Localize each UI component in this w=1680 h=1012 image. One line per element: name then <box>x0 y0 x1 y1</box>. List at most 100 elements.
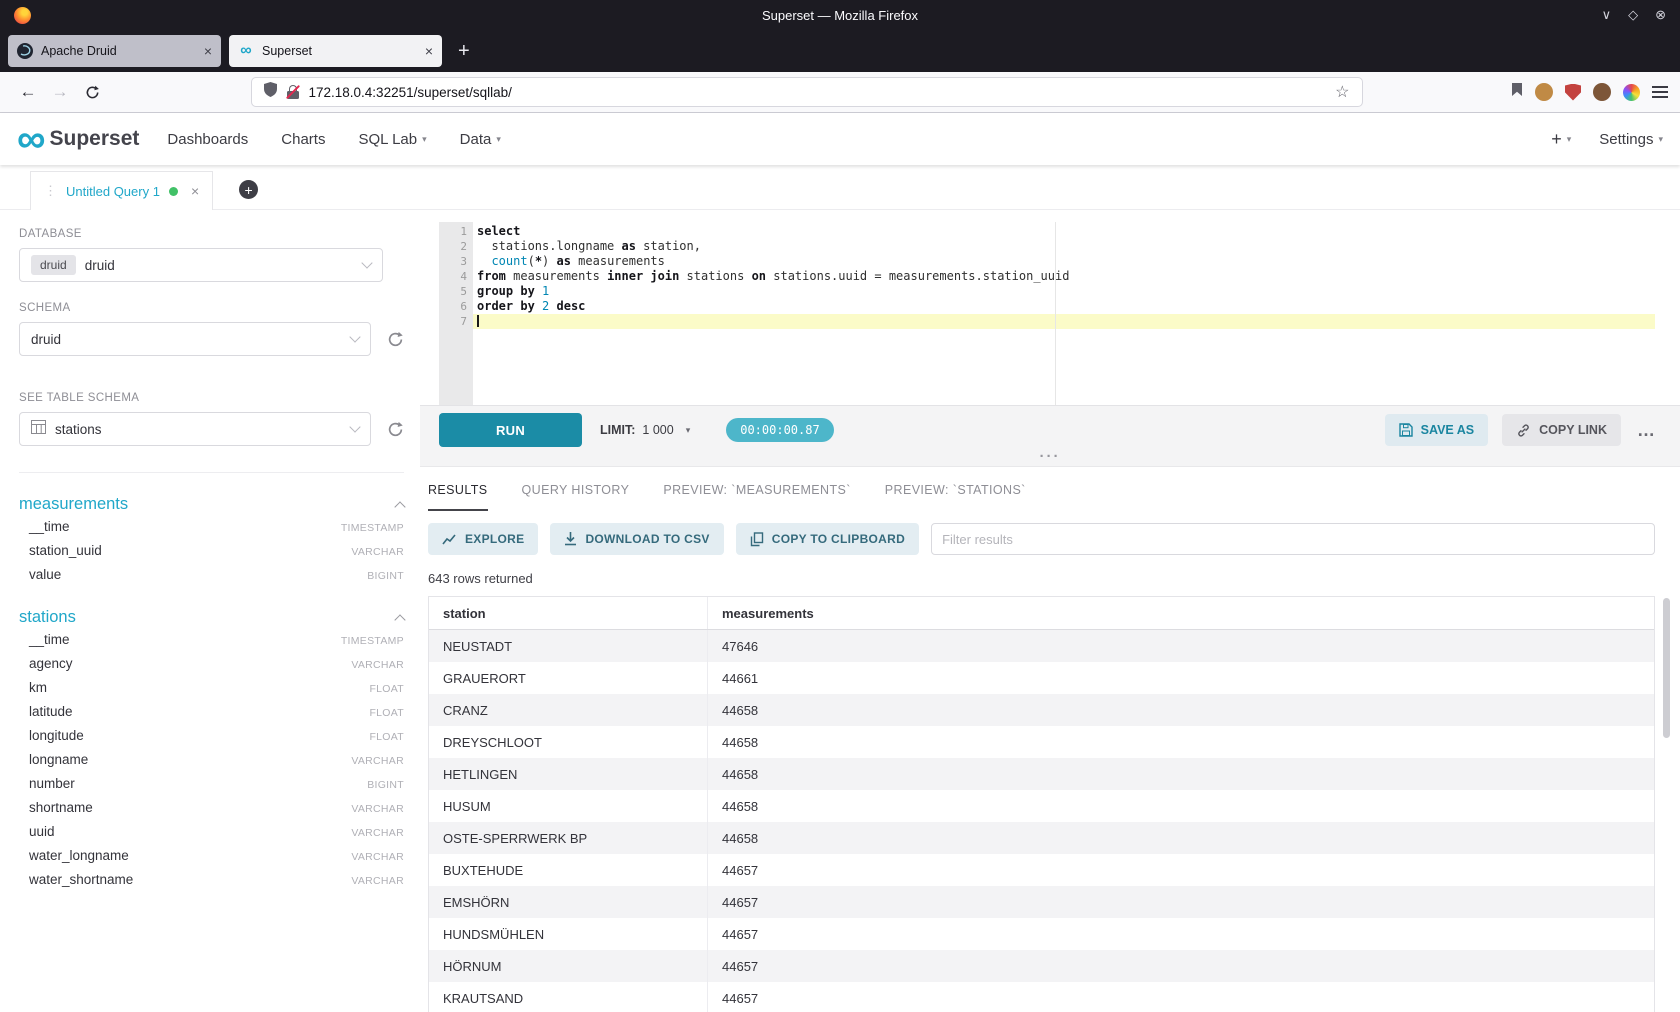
sqllab-sidebar: DATABASE druid druid SCHEMA druid SEE TA… <box>0 210 420 1012</box>
column-row: __timeTIMESTAMP <box>19 627 404 651</box>
code-token: count <box>491 254 527 268</box>
column-row: water_shortnameVARCHAR <box>19 867 404 891</box>
column-row: numberBIGINT <box>19 771 404 795</box>
results-tab-3[interactable]: PREVIEW: `STATIONS` <box>885 483 1026 511</box>
table-row: HUNDSMÜHLEN44657 <box>429 918 1654 950</box>
nav-data[interactable]: Data <box>460 131 501 148</box>
copy-clipboard-label: COPY TO CLIPBOARD <box>772 532 905 546</box>
schema-select[interactable]: druid <box>19 322 371 356</box>
table-cell: GRAUERORT <box>429 662 708 694</box>
column-type: VARCHAR <box>351 851 404 863</box>
database-select[interactable]: druid druid <box>19 248 383 282</box>
editor-code[interactable]: select stations.longname as station, cou… <box>473 222 1655 405</box>
nav-sql-lab[interactable]: SQL Lab <box>358 131 426 148</box>
code-token: stations.longname <box>477 239 622 253</box>
extension-pinwheel-icon[interactable] <box>1623 84 1640 101</box>
browser-tab-apache-druid[interactable]: Apache Druid <box>8 35 221 67</box>
query-tab[interactable]: Untitled Query 1 <box>30 171 213 210</box>
table-heading-measurements[interactable]: measurements <box>19 495 404 514</box>
apache-druid-favicon <box>17 43 33 59</box>
filter-results-input[interactable] <box>931 523 1655 555</box>
bookmark-save-icon[interactable] <box>1511 82 1523 102</box>
query-timer-badge: 00:00:00.87 <box>726 418 833 442</box>
limit-dropdown[interactable]: LIMIT: 1 000 <box>600 423 690 437</box>
results-tab-2[interactable]: PREVIEW: `MEASUREMENTS` <box>663 483 850 511</box>
code-token: ) <box>542 254 556 268</box>
code-token <box>535 284 542 298</box>
superset-favicon <box>238 43 254 59</box>
run-button[interactable]: RUN <box>439 413 582 447</box>
window-maximize-icon[interactable] <box>1628 7 1638 23</box>
window-minimize-icon[interactable] <box>1602 7 1612 23</box>
column-header[interactable]: measurements <box>708 597 1654 629</box>
code-line: order by 2 desc <box>473 299 1655 314</box>
results-tab-1[interactable]: QUERY HISTORY <box>522 483 630 511</box>
chevron-down-icon <box>686 425 691 436</box>
table-heading-stations[interactable]: stations <box>19 608 404 627</box>
refresh-schema-icon[interactable] <box>387 331 404 348</box>
window-close-icon[interactable] <box>1655 7 1666 23</box>
collapse-chevron-icon[interactable] <box>394 501 405 512</box>
browser-tab-superset[interactable]: Superset <box>229 35 442 67</box>
table-select[interactable]: stations <box>19 412 371 446</box>
column-row: station_uuidVARCHAR <box>19 538 404 562</box>
limit-value: 1 000 <box>642 423 673 437</box>
code-token: desc <box>557 299 586 313</box>
column-name: longname <box>29 752 88 767</box>
table-value: stations <box>55 422 342 437</box>
new-item-button[interactable] <box>1551 129 1571 150</box>
extension-avatar-icon[interactable] <box>1593 83 1611 101</box>
results-tab-0[interactable]: RESULTS <box>428 483 488 511</box>
firefox-icon[interactable] <box>14 7 31 24</box>
add-query-tab-button[interactable] <box>239 180 258 199</box>
toolbar-extensions <box>1511 82 1668 102</box>
forward-button[interactable] <box>44 78 76 106</box>
superset-brand[interactable]: Superset <box>50 127 140 151</box>
back-button[interactable] <box>12 78 44 106</box>
settings-menu[interactable]: Settings <box>1599 131 1663 148</box>
navbar-right: Settings <box>1551 129 1663 150</box>
url-text[interactable]: 172.18.0.4:32251/superset/sqllab/ <box>309 85 1327 100</box>
line-number: 7 <box>439 314 467 329</box>
more-options-button[interactable] <box>1637 420 1655 441</box>
column-type: VARCHAR <box>351 755 404 767</box>
superset-logo[interactable] <box>17 124 44 154</box>
column-header[interactable]: station <box>429 597 708 629</box>
pane-splitter[interactable] <box>420 448 1680 466</box>
nav-charts[interactable]: Charts <box>281 131 325 148</box>
ublock-icon[interactable] <box>1565 84 1581 101</box>
new-tab-button[interactable] <box>458 40 470 63</box>
query-tab-close-icon[interactable] <box>191 183 199 199</box>
save-as-button[interactable]: SAVE AS <box>1385 414 1489 446</box>
column-name: uuid <box>29 824 55 839</box>
copy-link-button[interactable]: COPY LINK <box>1502 414 1621 446</box>
tab-close-icon[interactable] <box>425 44 433 58</box>
explore-button[interactable]: EXPLORE <box>428 523 538 555</box>
drag-handle-icon[interactable] <box>44 183 57 199</box>
sql-editor[interactable]: 1234567 select stations.longname as stat… <box>439 222 1655 405</box>
table-cell: 44658 <box>708 726 1654 758</box>
collapse-chevron-icon[interactable] <box>394 614 405 625</box>
table-cell: 44657 <box>708 982 1654 1012</box>
refresh-table-icon[interactable] <box>387 421 404 438</box>
column-name: agency <box>29 656 73 671</box>
run-toolbar: RUN LIMIT: 1 000 00:00:00.87 SAVE AS COP… <box>420 405 1680 467</box>
extension-monkey-icon[interactable] <box>1535 83 1553 101</box>
download-csv-button[interactable]: DOWNLOAD TO CSV <box>550 523 723 555</box>
bookmark-star-icon[interactable] <box>1335 82 1349 102</box>
reload-button[interactable] <box>76 78 108 106</box>
menu-icon[interactable] <box>1652 86 1668 98</box>
url-bar[interactable]: 172.18.0.4:32251/superset/sqllab/ <box>251 77 1363 107</box>
divider <box>19 472 404 473</box>
copy-clipboard-button[interactable]: COPY TO CLIPBOARD <box>736 523 919 555</box>
shield-icon[interactable] <box>264 82 277 102</box>
results-scrollbar[interactable] <box>1663 598 1670 738</box>
code-token: station, <box>636 239 701 253</box>
screen: Superset — Mozilla Firefox Apache Druid … <box>0 0 1680 1012</box>
code-token: order by <box>477 299 535 313</box>
query-tabbar: Untitled Query 1 <box>0 165 1680 210</box>
nav-dashboards[interactable]: Dashboards <box>167 131 248 148</box>
tab-close-icon[interactable] <box>204 44 212 58</box>
column-row: kmFLOAT <box>19 675 404 699</box>
insecure-lock-icon[interactable] <box>286 85 300 99</box>
